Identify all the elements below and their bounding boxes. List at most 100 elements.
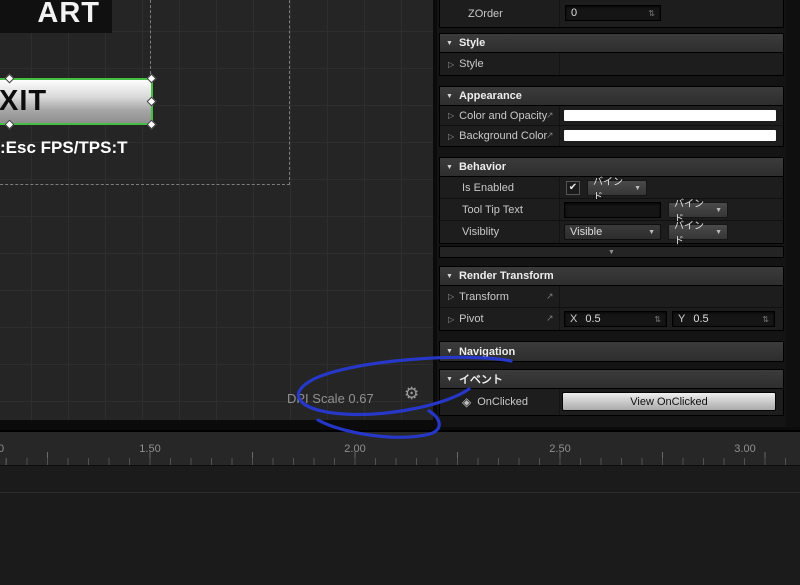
pivot-label: Pivot <box>459 313 484 325</box>
navigation-header[interactable]: ▼ Navigation <box>440 342 783 361</box>
ruler-tick-label: 2.50 <box>549 443 571 455</box>
chevron-down-icon: ▼ <box>608 248 615 256</box>
exit-button-widget[interactable]: XIT <box>0 80 151 123</box>
bind-button-label: バインド <box>674 221 704 247</box>
tooltip-text-row: Tool Tip Text バインド ▼ <box>440 199 783 225</box>
background-color-row: ▷ Background Color ↗ <box>440 126 783 146</box>
tooltip-bind-button[interactable]: バインド ▼ <box>668 199 728 225</box>
appearance-header[interactable]: ▼ Appearance <box>440 87 783 106</box>
timeline-ruler[interactable]: 0 1.50 2.00 2.50 3.00 <box>0 432 800 466</box>
expander-open-icon: ▼ <box>446 272 453 280</box>
is-enabled-row: Is Enabled ✔ バインド ▼ <box>440 177 783 203</box>
chevron-down-icon: ▼ <box>715 228 722 236</box>
tooltip-text-input[interactable] <box>564 202 661 218</box>
pivot-x-value: 0.5 <box>585 313 601 325</box>
expander-open-icon: ▼ <box>446 163 453 171</box>
visibility-dropdown[interactable]: Visible ▼ <box>564 224 661 240</box>
zorder-input[interactable]: 0 ⇅ <box>565 5 661 21</box>
is-enabled-bind-button[interactable]: バインド ▼ <box>587 177 647 203</box>
advanced-expander[interactable]: ▼ <box>439 246 784 258</box>
is-enabled-checkbox[interactable]: ✔ <box>566 181 580 195</box>
chevron-down-icon: ▼ <box>715 206 722 214</box>
expander-closed-icon[interactable]: ▷ <box>448 315 454 324</box>
exit-button-selection[interactable]: XIT <box>0 78 153 125</box>
bind-arrow-icon: ↗ <box>546 130 554 140</box>
transform-label: Transform <box>459 290 509 303</box>
ruler-tick-label: 0 <box>0 443 5 455</box>
ruler-tick-label: 1.50 <box>139 443 161 455</box>
spinner-icon: ⇅ <box>762 314 769 324</box>
expander-closed-icon[interactable]: ▷ <box>448 132 454 141</box>
spinner-icon: ⇅ <box>654 314 661 324</box>
color-and-opacity-swatch[interactable] <box>564 110 776 121</box>
panel-scrollbar[interactable] <box>786 0 800 427</box>
chevron-down-icon: ▼ <box>634 184 641 192</box>
background-color-swatch[interactable] <box>564 130 776 141</box>
ruler-tick-label: 3.00 <box>734 443 756 455</box>
color-and-opacity-row: ▷ Color and Opacity ↗ <box>440 106 783 126</box>
section-events: ▼ イベント ◈ OnClicked View OnClicked <box>439 369 784 416</box>
gear-icon[interactable]: ⚙ <box>404 384 419 404</box>
animation-timeline: 0 1.50 2.00 2.50 3.00 <box>0 430 800 585</box>
style-header-label: Style <box>458 37 486 49</box>
expander-open-icon: ▼ <box>446 375 453 383</box>
event-delegate-icon: ◈ <box>462 395 472 409</box>
background-color-label: Background Color <box>459 130 548 142</box>
widget-bounds-vline <box>150 0 151 74</box>
zorder-label: ZOrder <box>468 7 503 20</box>
render-transform-header-label: Render Transform <box>458 270 554 282</box>
pivot-x-input[interactable]: X 0.5 ⇅ <box>564 311 667 327</box>
expander-closed-icon[interactable]: ▷ <box>448 292 454 301</box>
zorder-row: ZOrder 0 ⇅ <box>440 0 783 27</box>
visibility-bind-button[interactable]: バインド ▼ <box>668 221 728 247</box>
pivot-row: ▷ Pivot ↗ X 0.5 ⇅ Y 0.5 ⇅ <box>440 308 783 330</box>
visibility-label: Visiblity <box>462 226 500 238</box>
pivot-y-value: 0.5 <box>693 313 709 325</box>
pivot-y-input[interactable]: Y 0.5 ⇅ <box>672 311 775 327</box>
start-button-label: ART <box>37 0 100 29</box>
exit-button-label: XIT <box>0 85 48 117</box>
view-onclicked-button[interactable]: View OnClicked <box>562 392 776 411</box>
pivot-y-axis-label: Y <box>678 313 686 325</box>
view-onclicked-label: View OnClicked <box>630 395 708 408</box>
hint-text-widget[interactable]: :Esc FPS/TPS:T <box>0 138 128 158</box>
ruler-minor-ticks <box>0 458 800 465</box>
section-navigation: ▼ Navigation <box>439 341 784 362</box>
spinner-icon: ⇅ <box>648 8 655 18</box>
umg-designer-window: ART XIT :Esc FPS/TPS:T DPI Scale 0.67 ⚙ … <box>0 0 800 585</box>
details-panel: ZOrder 0 ⇅ ▼ Style ▷ Style ▼ Appearance … <box>437 0 800 427</box>
dpi-scale-label: DPI Scale 0.67 <box>287 391 374 406</box>
style-row-label: Style <box>459 58 484 70</box>
section-render-transform: ▼ Render Transform ▷ Transform ↗ ▷ Pivot… <box>439 266 784 331</box>
bind-arrow-icon: ↗ <box>546 110 554 120</box>
expander-closed-icon[interactable]: ▷ <box>448 60 454 69</box>
section-appearance: ▼ Appearance ▷ Color and Opacity ↗ ▷ Bac… <box>439 86 784 147</box>
is-enabled-label: Is Enabled <box>462 181 514 194</box>
expander-open-icon: ▼ <box>446 92 453 100</box>
onclicked-row: ◈ OnClicked View OnClicked <box>440 389 783 415</box>
bind-arrow-icon: ↗ <box>546 291 554 301</box>
visibility-row: Visiblity Visible ▼ バインド ▼ <box>440 221 783 247</box>
expander-open-icon: ▼ <box>446 348 453 355</box>
appearance-header-label: Appearance <box>458 90 522 102</box>
section-style: ▼ Style ▷ Style <box>439 33 784 76</box>
visibility-value: Visible <box>570 226 603 238</box>
bind-arrow-icon: ↗ <box>546 313 554 323</box>
section-zorder: ZOrder 0 ⇅ <box>439 0 784 28</box>
events-header[interactable]: ▼ イベント <box>440 370 783 389</box>
onclicked-label: OnClicked <box>477 396 528 408</box>
start-button-widget[interactable]: ART <box>0 0 112 33</box>
expander-closed-icon[interactable]: ▷ <box>448 111 454 120</box>
render-transform-header[interactable]: ▼ Render Transform <box>440 267 783 286</box>
designer-canvas[interactable]: ART XIT :Esc FPS/TPS:T DPI Scale 0.67 ⚙ <box>0 0 433 420</box>
behavior-header-label: Behavior <box>458 161 507 173</box>
timeline-track-divider <box>0 492 800 493</box>
ruler-tick-label: 2.00 <box>344 443 366 455</box>
navigation-header-label: Navigation <box>458 345 516 358</box>
events-header-label: イベント <box>458 374 503 386</box>
expander-open-icon: ▼ <box>446 39 453 47</box>
check-icon: ✔ <box>568 182 578 193</box>
style-header[interactable]: ▼ Style <box>440 34 783 53</box>
chevron-down-icon: ▼ <box>648 228 655 236</box>
section-behavior: ▼ Behavior Is Enabled ✔ バインド ▼ Tool Tip … <box>439 157 784 247</box>
